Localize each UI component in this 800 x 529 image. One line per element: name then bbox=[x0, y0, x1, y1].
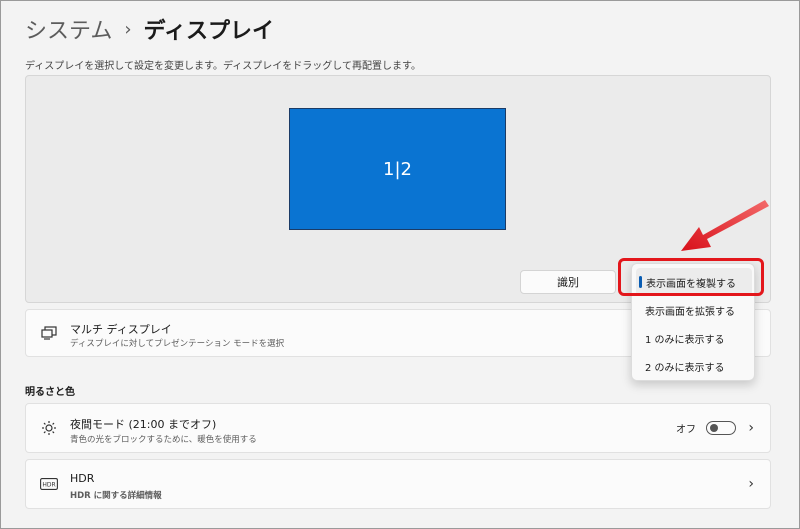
selection-indicator bbox=[639, 276, 642, 288]
night-mode-subtitle: 青色の光をブロックするために、暖色を使用する bbox=[70, 435, 257, 445]
chevron-right-icon[interactable]: › bbox=[748, 420, 754, 436]
hdr-card[interactable]: HDR HDR HDR に関する詳細情報 › bbox=[25, 459, 771, 509]
hdr-icon: HDR bbox=[40, 475, 58, 493]
toggle-knob bbox=[710, 424, 718, 432]
night-mode-toggle-label: オフ bbox=[676, 424, 696, 436]
brightness-icon bbox=[40, 419, 58, 437]
annotation-arrow-icon bbox=[681, 200, 769, 251]
breadcrumb: システム › ディスプレイ bbox=[25, 13, 274, 45]
svg-text:HDR: HDR bbox=[42, 482, 55, 489]
dropdown-item-label: 表示画面を複製する bbox=[646, 278, 736, 290]
dropdown-item-extend[interactable]: 表示画面を拡張する bbox=[632, 296, 754, 324]
dropdown-item-only-2[interactable]: 2 のみに表示する bbox=[632, 352, 754, 380]
chevron-right-icon[interactable]: › bbox=[748, 476, 754, 492]
multi-display-title: マルチ ディスプレイ bbox=[70, 323, 172, 336]
night-mode-title: 夜間モード (21:00 までオフ) bbox=[70, 418, 217, 431]
night-mode-toggle[interactable] bbox=[706, 421, 736, 435]
dropdown-item-only-1[interactable]: 1 のみに表示する bbox=[632, 324, 754, 352]
display-arrangement-hint: ディスプレイを選択して設定を変更します。ディスプレイをドラッグして再配置します。 bbox=[25, 61, 421, 72]
dropdown-item-duplicate[interactable]: 表示画面を複製する bbox=[636, 268, 752, 296]
hdr-info-link[interactable]: HDR に関する詳細情報 bbox=[70, 489, 162, 501]
page-title: ディスプレイ bbox=[143, 19, 275, 44]
monitor-tile[interactable]: 1|2 bbox=[289, 108, 506, 230]
identify-button[interactable]: 識別 bbox=[520, 270, 616, 294]
breadcrumb-parent-system[interactable]: システム bbox=[25, 13, 112, 45]
hdr-title: HDR bbox=[70, 472, 95, 485]
display-mode-dropdown: 表示画面を複製する 表示画面を拡張する 1 のみに表示する 2 のみに表示する bbox=[631, 263, 755, 381]
multi-display-icon bbox=[40, 324, 58, 342]
night-mode-card[interactable]: 夜間モード (21:00 までオフ) 青色の光をブロックするために、暖色を使用す… bbox=[25, 403, 771, 453]
section-heading-brightness: 明るさと色 bbox=[25, 387, 75, 398]
breadcrumb-separator: › bbox=[124, 18, 132, 40]
multi-display-subtitle: ディスプレイに対してプレゼンテーション モードを選択 bbox=[70, 339, 285, 349]
